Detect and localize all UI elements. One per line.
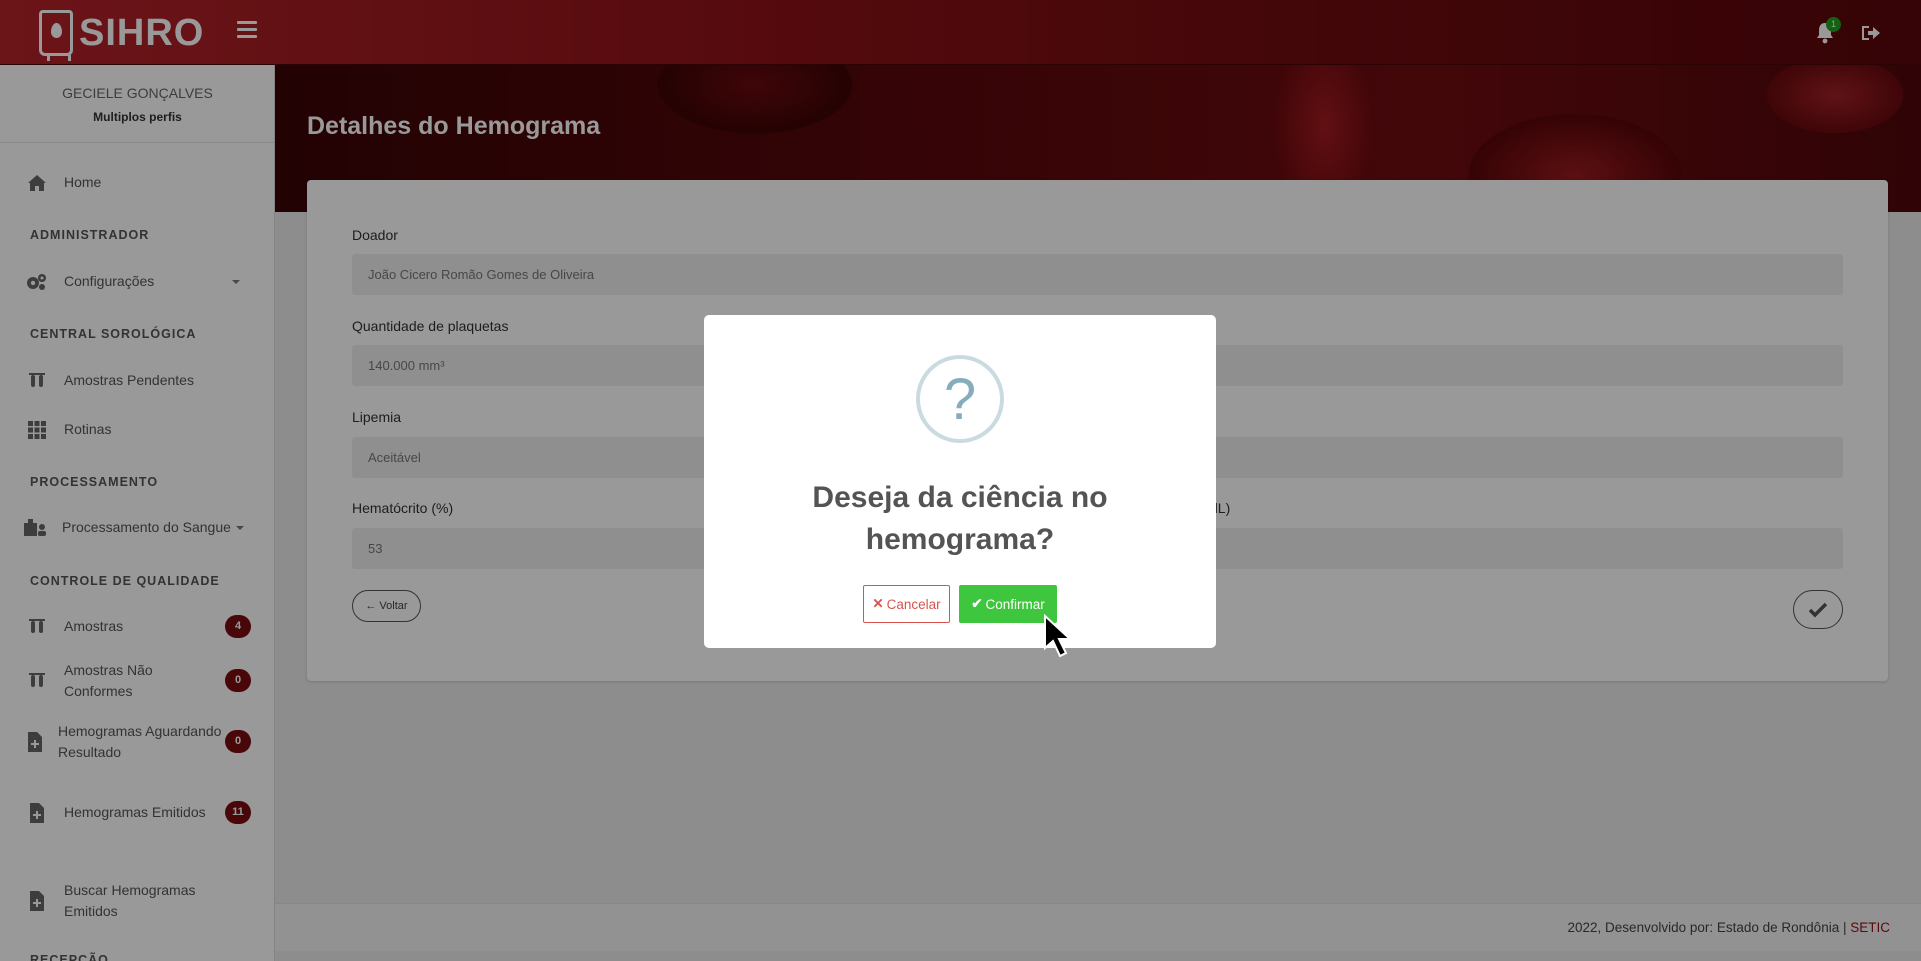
cancel-button-label: Cancelar [886,596,941,612]
confirm-button-label: Confirmar [985,596,1045,612]
dialog-title-line: Deseja da ciência no [812,481,1108,514]
cancel-button[interactable]: ✕ Cancelar [863,585,950,623]
close-icon: ✕ [872,596,884,611]
check-icon: ✔ [971,596,983,611]
mouse-cursor-icon [1044,614,1073,658]
dialog-title-line: hemograma? [865,523,1055,556]
confirm-dialog: ? Deseja da ciência no hemograma? ✕ Canc… [704,315,1216,648]
dialog-title: Deseja da ciência no hemograma? [704,477,1216,561]
question-icon: ? [916,355,1004,443]
